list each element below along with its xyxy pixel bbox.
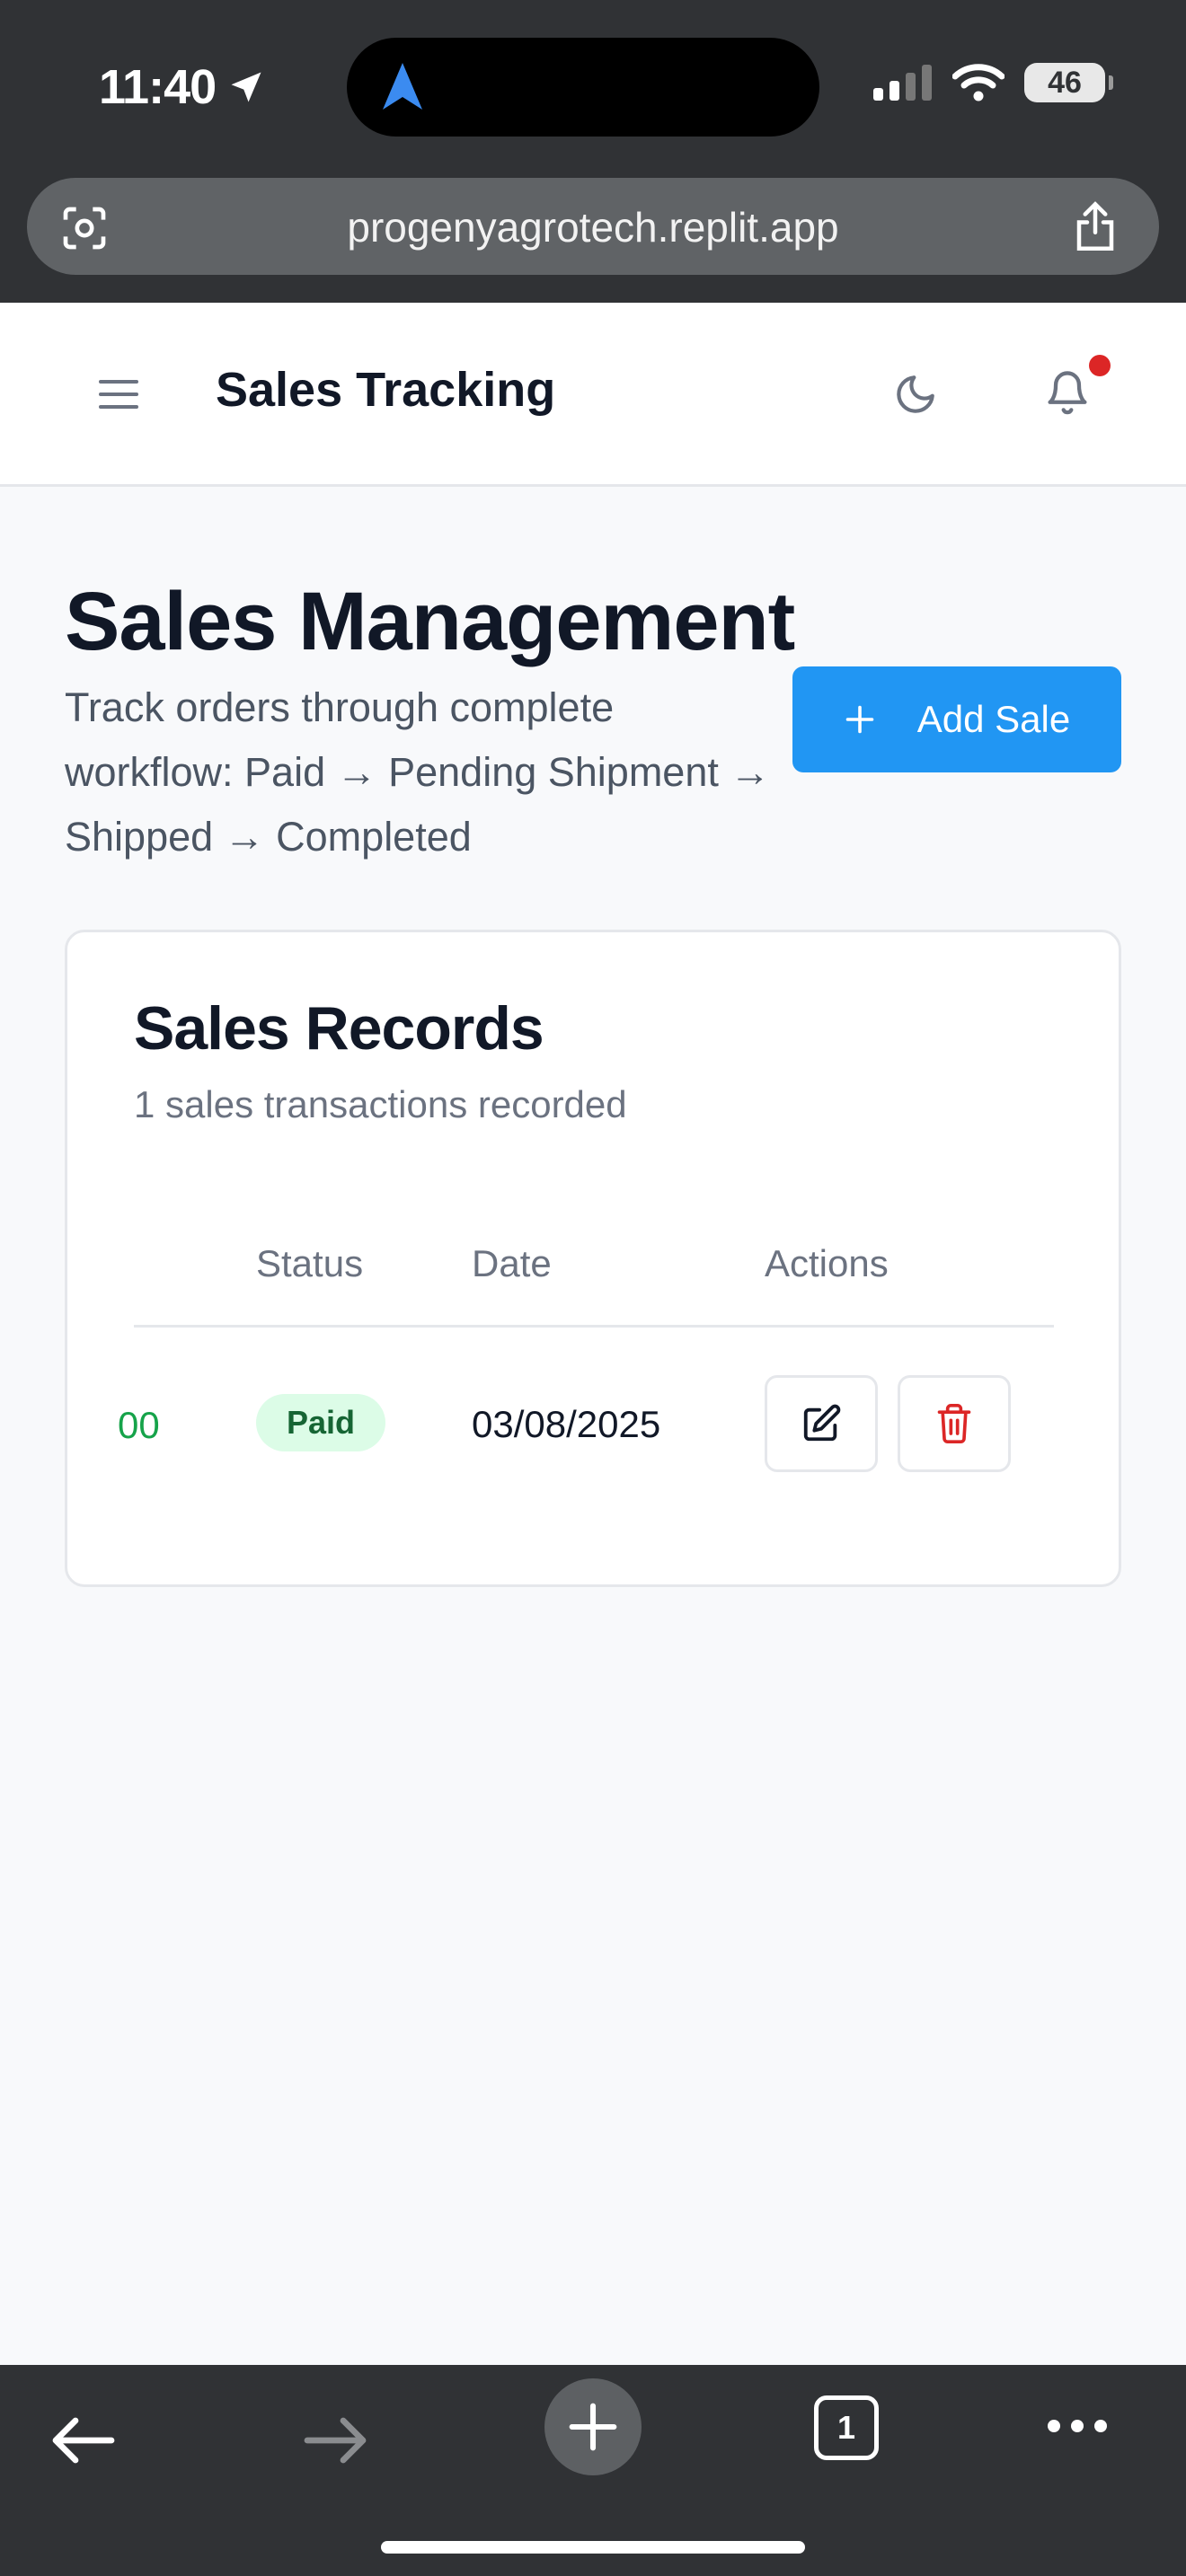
- navigation-arrow-icon: [383, 63, 422, 110]
- notification-dot: [1089, 355, 1111, 376]
- status-badge: Paid: [256, 1394, 386, 1451]
- browser-bottom-toolbar: 1: [0, 2365, 1186, 2576]
- column-header-status: Status: [256, 1242, 364, 1284]
- delete-button[interactable]: [898, 1375, 1011, 1472]
- share-icon[interactable]: [1071, 199, 1120, 253]
- trash-icon: [937, 1404, 971, 1443]
- signal-icon: [873, 65, 932, 101]
- status-time: 11:40: [99, 59, 266, 115]
- status-indicators: 46: [873, 63, 1113, 102]
- row-amount: 00: [118, 1404, 160, 1446]
- home-indicator: [381, 2541, 805, 2554]
- header-title: Sales Tracking: [216, 363, 556, 417]
- edit-button[interactable]: [765, 1375, 878, 1472]
- browser-top-bar: 11:40 46 progenyagrotech.replit.app: [0, 0, 1186, 303]
- table-header-divider: [134, 1325, 1054, 1328]
- menu-icon[interactable]: [97, 376, 140, 412]
- forward-arrow-icon[interactable]: [304, 2417, 368, 2464]
- card-subtitle: 1 sales transactions recorded: [134, 1083, 627, 1125]
- row-date: 03/08/2025: [472, 1403, 661, 1445]
- new-tab-button[interactable]: [544, 2378, 642, 2475]
- moon-icon[interactable]: [893, 372, 938, 417]
- add-sale-button[interactable]: Add Sale: [792, 666, 1121, 772]
- page-title: Sales Management: [65, 576, 795, 667]
- column-header-date: Date: [472, 1242, 552, 1284]
- plus-icon: [845, 705, 874, 734]
- plus-icon: [569, 2403, 617, 2451]
- location-arrow-icon: [231, 72, 261, 102]
- back-arrow-icon[interactable]: [50, 2417, 115, 2464]
- url-text[interactable]: progenyagrotech.replit.app: [27, 203, 1159, 251]
- sales-records-card: Sales Records 1 sales transactions recor…: [65, 930, 1121, 1587]
- battery-indicator: 46: [1024, 63, 1113, 102]
- column-header-actions: Actions: [765, 1242, 889, 1284]
- edit-icon: [803, 1404, 841, 1442]
- bell-icon[interactable]: [1044, 367, 1091, 418]
- page-subtitle: Track orders through complete workflow: …: [65, 684, 771, 860]
- card-title: Sales Records: [134, 994, 544, 1063]
- wifi-icon: [952, 64, 1005, 101]
- dynamic-island: [347, 38, 819, 137]
- tabs-button[interactable]: 1: [814, 2395, 879, 2460]
- app-header: Sales Tracking: [0, 303, 1186, 487]
- url-bar[interactable]: progenyagrotech.replit.app: [27, 178, 1159, 275]
- add-sale-label: Add Sale: [916, 698, 1071, 740]
- more-icon[interactable]: [1046, 2417, 1109, 2435]
